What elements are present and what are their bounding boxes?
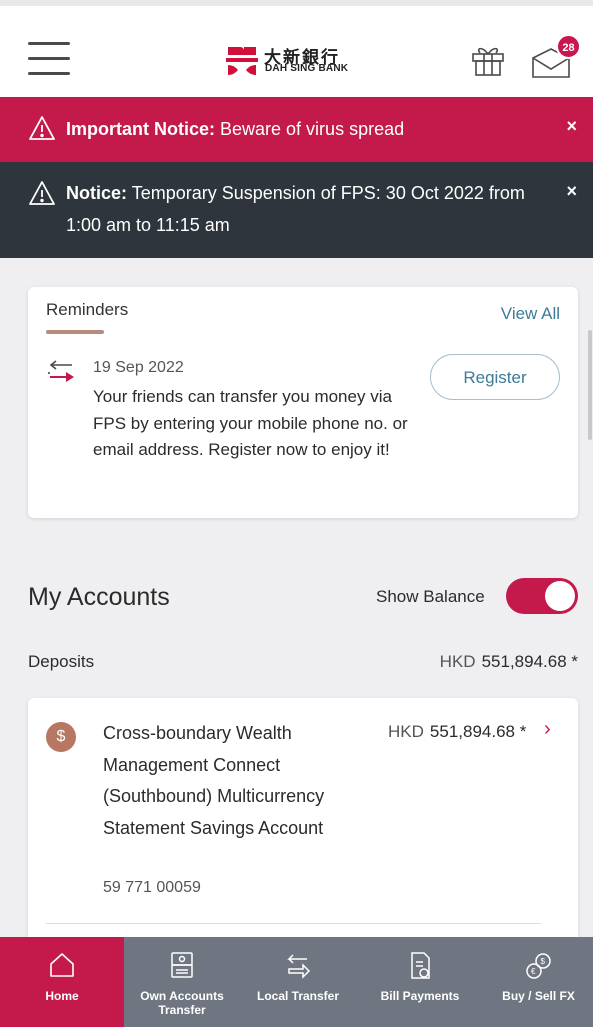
account-currency: HKD bbox=[388, 722, 424, 741]
nav-own-accounts-transfer-label: Own Accounts Transfer bbox=[140, 989, 224, 1017]
nav-own-accounts-transfer[interactable]: Own Accounts Transfer bbox=[124, 937, 240, 1027]
account-balance: HKD 551,894.68 * bbox=[388, 722, 526, 742]
transfer-arrows-icon bbox=[48, 360, 74, 382]
important-notice-body: Beware of virus spread bbox=[215, 119, 405, 139]
gift-icon[interactable] bbox=[470, 42, 506, 78]
top-bar: 大新銀行 DAH SING BANK 28 bbox=[0, 0, 593, 97]
show-balance-label: Show Balance bbox=[376, 587, 485, 606]
dollar-icon: $ bbox=[46, 722, 76, 752]
deposits-total: HKD 551,894.68 * bbox=[440, 652, 578, 672]
nav-buy-sell-fx[interactable]: $ € Buy / Sell FX bbox=[484, 937, 593, 1027]
fps-notice-banner[interactable]: Notice: Temporary Suspension of FPS: 30 … bbox=[0, 162, 593, 258]
show-balance-toggle[interactable] bbox=[506, 578, 578, 614]
close-important-notice-button[interactable]: × bbox=[566, 116, 577, 137]
deposits-label: Deposits bbox=[28, 652, 95, 671]
logo-english-text: DAH SING BANK bbox=[265, 63, 349, 74]
fps-notice-text: Notice: Temporary Suspension of FPS: 30 … bbox=[66, 177, 536, 241]
my-accounts-title: My Accounts bbox=[28, 583, 170, 611]
view-all-link[interactable]: View All bbox=[501, 304, 560, 324]
important-notice-title: Important Notice: bbox=[66, 119, 216, 139]
close-fps-notice-button[interactable]: × bbox=[566, 181, 577, 202]
fps-notice-body: Temporary Suspension of FPS: 30 Oct 2022… bbox=[66, 183, 525, 235]
logo-mark-icon bbox=[226, 47, 258, 75]
nav-home-label: Home bbox=[45, 989, 79, 1003]
nav-bill-payments-label: Bill Payments bbox=[380, 989, 460, 1003]
reminders-title-underline bbox=[46, 330, 104, 334]
nav-bill-payments[interactable]: Bill Payments bbox=[356, 937, 484, 1027]
chevron-right-icon[interactable]: › bbox=[544, 718, 551, 741]
reminders-title: Reminders bbox=[46, 300, 129, 319]
reminders-card: Reminders View All 19 Sep 2022 Your frie… bbox=[28, 287, 578, 518]
home-icon bbox=[50, 953, 74, 977]
buy-sell-fx-icon: $ € bbox=[525, 953, 551, 979]
reminder-message: Your friends can transfer you money via … bbox=[93, 387, 408, 459]
nav-buy-sell-fx-label: Buy / Sell FX bbox=[502, 989, 575, 1003]
account-amount: 551,894.68 * bbox=[429, 722, 527, 741]
local-transfer-icon bbox=[287, 954, 311, 979]
account-name: Cross-boundary Wealth Management Connect… bbox=[103, 723, 325, 838]
bill-payments-icon bbox=[411, 952, 430, 979]
svg-text:$: $ bbox=[540, 957, 545, 966]
own-accounts-transfer-icon bbox=[171, 952, 193, 978]
deposits-currency: HKD bbox=[439, 652, 476, 671]
nav-local-transfer[interactable]: Local Transfer bbox=[240, 937, 356, 1027]
dah-sing-logo[interactable]: 大新銀行 DAH SING BANK bbox=[224, 43, 374, 77]
account-card[interactable]: $ Cross-boundary Wealth Management Conne… bbox=[28, 698, 578, 938]
hamburger-menu-icon[interactable] bbox=[28, 42, 70, 76]
important-notice-banner[interactable]: Important Notice: Beware of virus spread… bbox=[0, 97, 593, 162]
bottom-nav: Home Own Accounts Transfer Local Transfe… bbox=[0, 937, 593, 1027]
mail-icon[interactable]: 28 bbox=[530, 34, 581, 80]
nav-local-transfer-label: Local Transfer bbox=[256, 989, 340, 1003]
important-notice-text: Important Notice: Beware of virus spread bbox=[66, 113, 404, 145]
fps-notice-title: Notice: bbox=[66, 183, 128, 203]
reminder-date: 19 Sep 2022 bbox=[93, 359, 184, 376]
nav-home[interactable]: Home bbox=[0, 937, 124, 1027]
svg-text:€: € bbox=[531, 967, 536, 976]
divider bbox=[46, 923, 541, 924]
warning-icon bbox=[29, 181, 55, 205]
mail-badge: 28 bbox=[556, 34, 581, 59]
scrollbar[interactable] bbox=[588, 330, 592, 440]
account-number: 59 771 00059 bbox=[103, 879, 201, 896]
warning-icon bbox=[29, 116, 55, 140]
deposits-amount: 551,894.68 * bbox=[481, 652, 578, 671]
register-button[interactable]: Register bbox=[430, 354, 560, 400]
toggle-knob bbox=[545, 581, 575, 611]
